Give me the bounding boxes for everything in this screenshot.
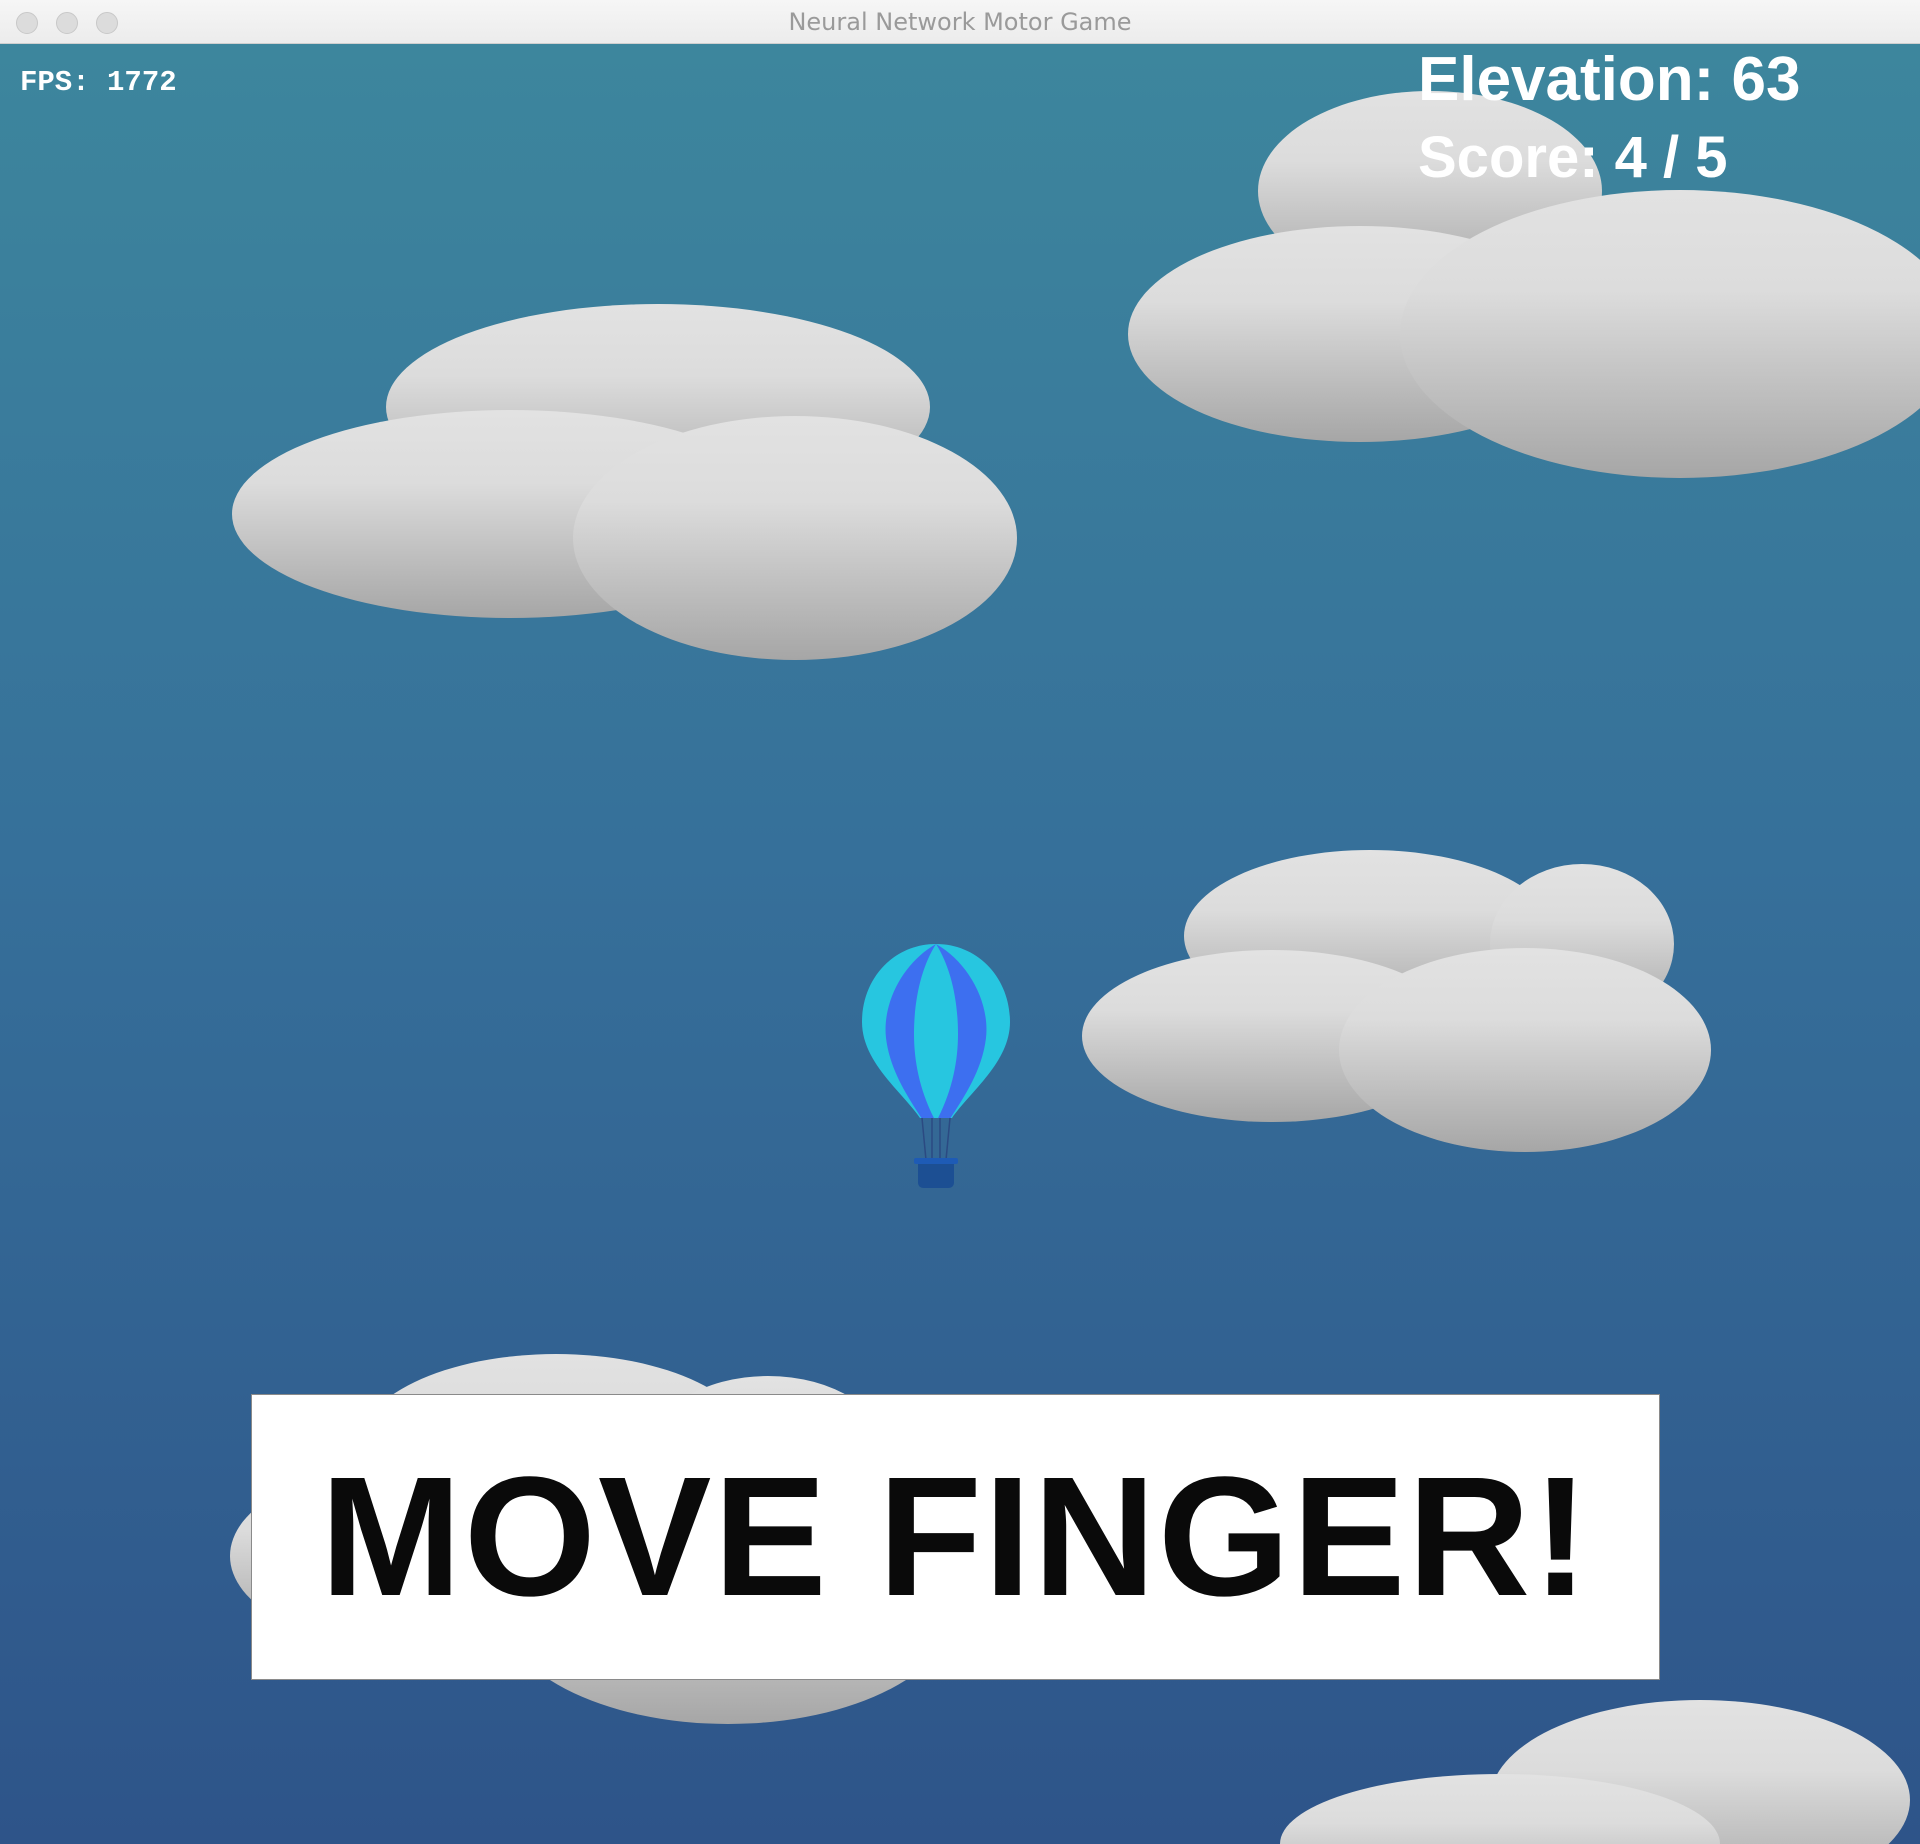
elevation-readout: Elevation: 63	[1418, 45, 1801, 114]
hot-air-balloon	[862, 944, 1010, 1188]
game-window: Neural Network Motor Game FPS: 1772 Elev…	[0, 0, 1920, 1844]
cloud	[232, 304, 1017, 660]
title-bar: Neural Network Motor Game	[0, 0, 1920, 44]
fps-counter: FPS: 1772	[20, 66, 177, 99]
score-readout: Score: 4 / 5	[1418, 125, 1728, 190]
cloud	[1280, 1700, 1910, 1844]
window-title: Neural Network Motor Game	[788, 8, 1132, 36]
cloud	[1082, 850, 1711, 1152]
instruction-text: MOVE FINGER!	[320, 1442, 1591, 1632]
game-canvas[interactable]: FPS: 1772 Elevation: 63 Score: 4 / 5 MOV…	[0, 44, 1920, 1844]
instruction-banner: MOVE FINGER!	[251, 1394, 1660, 1680]
